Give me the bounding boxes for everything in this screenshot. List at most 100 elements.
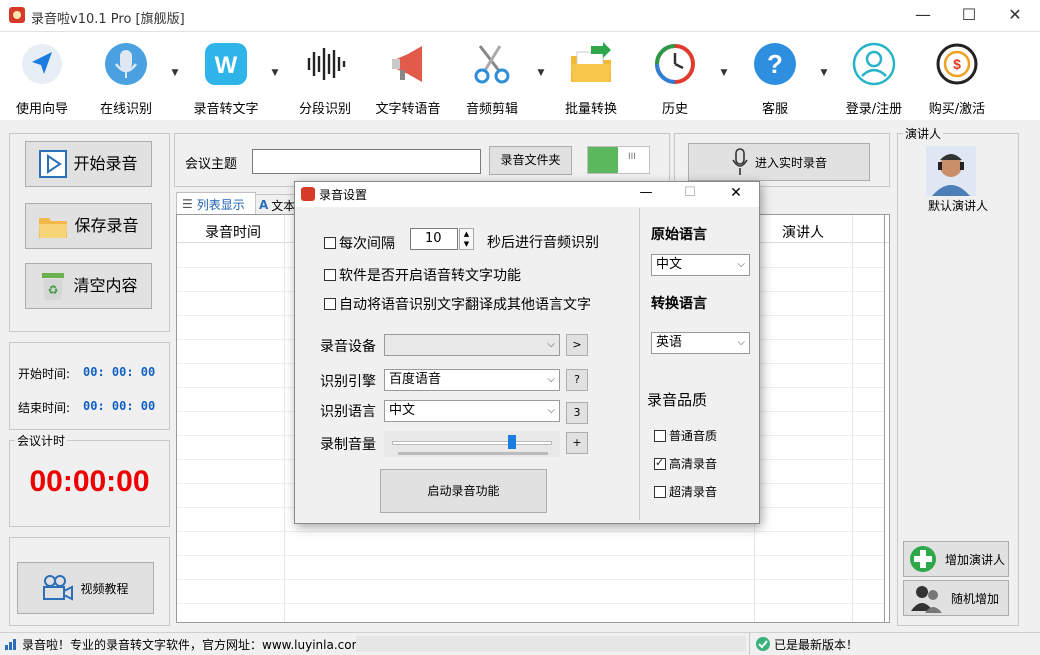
toolbar-login-register[interactable]: 登录/注册 [834,40,914,120]
tab-list-view[interactable]: ☰ 列表显示 [176,192,256,215]
tab-text-view[interactable]: A 文本 [255,194,297,215]
interval-checkbox[interactable]: 每次间隔 [324,233,395,253]
chevron-down-icon[interactable]: ▼ [820,69,828,78]
toolbar-label: 分段识别 [298,102,351,117]
status-left-text: 录音啦！专业的录音转文字软件，官方网址：www.luyinla.com [22,638,364,652]
toolbar-label: 批量转换 [564,102,617,117]
toolbar-label: 使用向导 [15,102,68,117]
recycle-bin-icon: ♻ [42,273,65,300]
auto-start-check[interactable] [324,269,336,281]
chevron-down-icon[interactable]: ▼ [537,69,545,78]
column-record-time[interactable]: 录音时间 [205,222,261,242]
quality-label: 高清录音 [669,457,718,471]
engine-select[interactable]: 百度语音 ⌵ [384,369,560,391]
main-toolbar: 使用向导 在线识别 ▼ W 录音转文字 ▼ 分段识别 文字转语音 音频剪辑 ▼ … [0,32,1040,120]
interval-input[interactable]: 10 [410,228,458,250]
language-select[interactable]: 中文 ⌵ [384,400,560,422]
tab-list-view-label: 列表显示 [196,197,245,212]
toolbar-buy-activate[interactable]: $ 购买/激活 [917,40,997,120]
row-divider [177,555,884,556]
start-time-value: 00: 00: 00 [83,365,156,379]
meeting-topic-label: 会议主题 [185,157,238,172]
toolbar-guide[interactable]: 使用向导 [2,40,82,120]
close-button[interactable]: ✕ [992,0,1038,32]
toolbar-text-to-speech[interactable]: 文字转语音 [368,40,448,120]
toolbar-online-recognition[interactable]: 在线识别 [86,40,166,120]
clear-content-button[interactable]: ♻ 清空内容 [25,263,152,309]
toggle-switch[interactable]: III [587,146,650,174]
chevron-down-icon[interactable]: ▼ [720,69,728,78]
toolbar-segment-recognition[interactable]: 分段识别 [285,40,365,120]
start-record-function-button[interactable]: 启动录音功能 [380,469,547,513]
interval-check[interactable] [324,237,336,249]
quality-check[interactable] [654,485,666,498]
volume-add-button[interactable]: + [566,432,588,454]
engine-help-button[interactable]: ? [566,369,588,391]
quality-check[interactable] [654,429,666,442]
status-progress [356,636,746,652]
toolbar-audio-clip[interactable]: 音频剪辑 [452,40,532,120]
meeting-topic-input[interactable] [252,149,481,174]
volume-thumb[interactable] [508,435,516,449]
interval-suffix: 秒后进行音频识别 [487,235,599,251]
device-more-button[interactable]: > [566,334,588,356]
chevron-down-icon[interactable]: ▼ [271,69,279,78]
toolbar-audio-to-text[interactable]: W 录音转文字 [186,40,266,120]
quality-option-normal[interactable]: 普通音质 [654,427,717,444]
record-folder-button[interactable]: 录音文件夹 [489,146,572,175]
users-icon [911,586,942,613]
quality-option-uhd[interactable]: 超清录音 [654,483,717,500]
save-record-button[interactable]: 保存录音 [25,203,152,249]
start-record-label: 开始录音 [73,154,138,173]
minimize-button[interactable]: — [900,0,946,32]
auto-start-checkbox[interactable]: 软件是否开启语音转文字功能 [324,265,521,285]
column-speaker[interactable]: 演讲人 [782,222,824,242]
auto-translate-checkbox[interactable]: 自动将语音识别文字翻译成其他语言文字 [324,294,591,314]
random-add-button[interactable]: 随机增加 [903,580,1009,616]
toolbar-batch-convert[interactable]: 批量转换 [551,40,631,120]
default-speaker-avatar[interactable] [926,146,976,196]
add-speaker-button[interactable]: 增加演讲人 [903,541,1009,577]
meeting-timer-value: 00:00:00 [29,465,150,498]
help-question-icon: ? [754,43,796,85]
tab-text-view-label: 文本 [271,198,296,213]
maximize-button[interactable]: ☐ [946,0,992,32]
default-speaker-name: 默认演讲人 [927,199,988,213]
device-select[interactable]: ⌵ [384,334,560,356]
video-tutorial-label: 视频教程 [80,581,129,596]
dialog-close-button[interactable]: ✕ [721,185,751,201]
original-language-select[interactable]: 中文 ⌵ [651,254,750,276]
start-record-button[interactable]: 开始录音 [25,141,152,187]
user-icon [852,42,896,86]
target-language-select[interactable]: 英语 ⌵ [651,332,750,354]
text-icon: A [259,198,269,212]
end-time-label: 结束时间: [18,401,71,415]
realtime-record-label: 进入实时录音 [754,155,827,170]
engine-label: 识别引擎 [320,374,376,390]
dialog-divider [639,208,640,520]
list-icon: ☰ [182,197,193,211]
volume-slider[interactable] [384,431,560,457]
svg-text:W: W [215,52,238,79]
toolbar-history[interactable]: 历史 [635,40,715,120]
volume-meter [398,452,548,455]
video-tutorial-button[interactable]: 视频教程 [17,562,154,614]
toolbar-customer-service[interactable]: ? 客服 [735,40,815,120]
dialog-title: 录音设置 [319,188,368,202]
language-extra-button[interactable]: 3 [566,402,588,424]
toolbar-label: 购买/激活 [928,102,986,117]
toggle-knob-track [588,147,618,173]
plus-icon [910,546,936,572]
dialog-maximize-button[interactable]: ☐ [675,185,705,200]
interval-spinner[interactable]: ▲ ▼ [459,228,474,250]
auto-translate-label: 自动将语音识别文字翻译成其他语言文字 [339,297,591,313]
quality-check[interactable] [654,456,666,470]
realtime-record-button[interactable]: 进入实时录音 [688,143,870,181]
auto-translate-check[interactable] [324,298,336,310]
quality-option-hd[interactable]: 高清录音 [654,455,717,472]
status-right-text: 已是最新版本！ [774,638,859,652]
quality-label: 普通音质 [669,429,718,443]
dialog-minimize-button[interactable]: — [631,185,661,200]
toolbar-label: 文字转语音 [375,102,441,117]
chevron-down-icon[interactable]: ▼ [171,69,179,78]
